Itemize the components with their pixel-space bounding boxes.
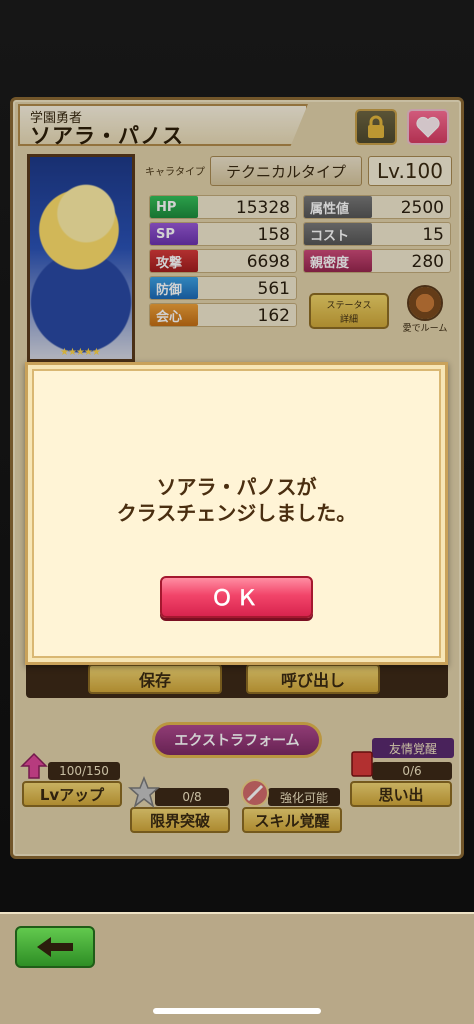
back-button[interactable] xyxy=(15,926,95,968)
dialog-message: ソアラ・パノスが クラスチェンジしました。 xyxy=(25,474,448,526)
dialog-message-line2: クラスチェンジしました。 xyxy=(116,501,357,525)
arrow-left-icon xyxy=(37,937,73,957)
dialog-message-line1: ソアラ・パノスが xyxy=(156,475,317,499)
ok-button[interactable]: ＯＫ xyxy=(160,576,313,618)
home-indicator[interactable] xyxy=(153,1008,321,1014)
